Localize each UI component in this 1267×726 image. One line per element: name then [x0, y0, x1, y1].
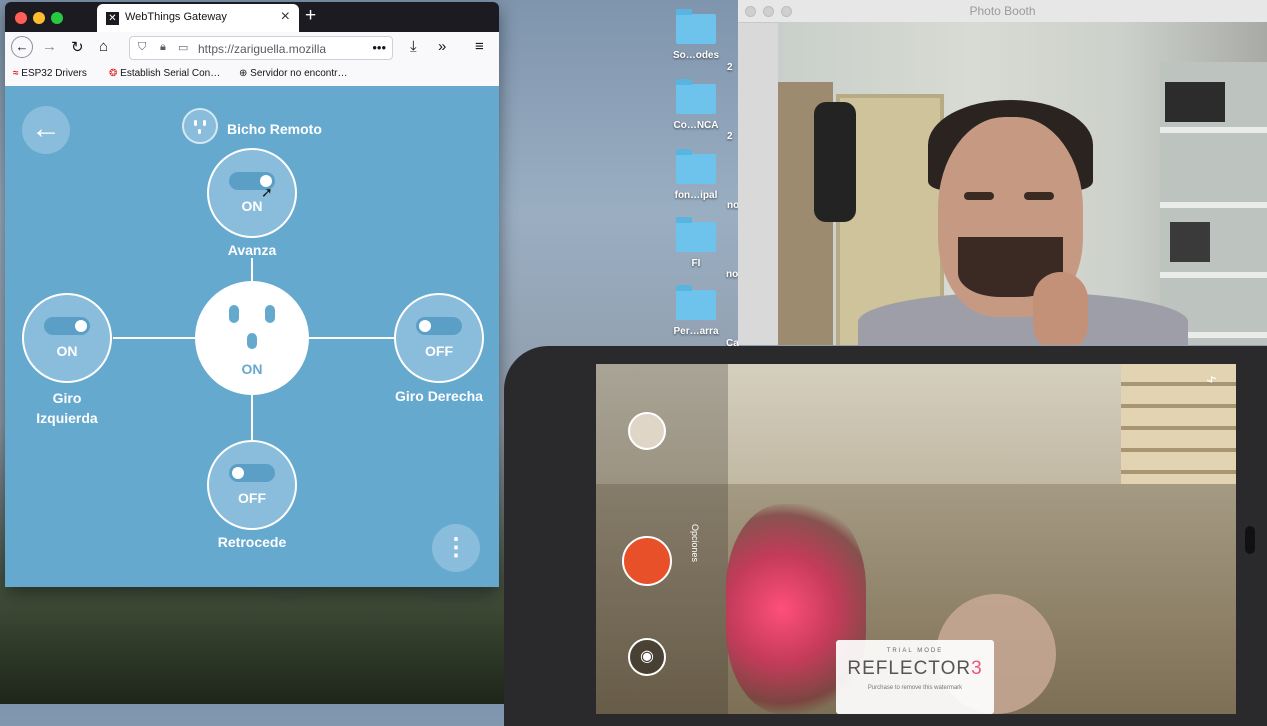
home-icon[interactable]: ⌂: [99, 38, 108, 55]
bookmark-servidor[interactable]: ⊕ Servidor no encontr…: [239, 68, 347, 79]
watermark-trial-text: TRIAL MODE: [886, 648, 944, 654]
property-state: OFF: [238, 490, 266, 506]
bookmark-serial[interactable]: ❂ Establish Serial Con…: [109, 68, 220, 79]
desktop-folder[interactable]: Per…arra: [666, 285, 726, 337]
bookmark-esp32[interactable]: ≈ ESP32 Drivers: [13, 68, 87, 79]
record-button[interactable]: [622, 536, 672, 586]
overflow-chevron-icon[interactable]: »: [438, 38, 446, 55]
folder-icon: [676, 217, 716, 252]
reflector-watermark: TRIAL MODE REFLECTOR3 Purchase to remove…: [836, 640, 994, 714]
flash-icon[interactable]: ϟ: [1204, 376, 1219, 383]
photobooth-window: Photo Booth: [738, 0, 1267, 345]
close-window-button[interactable]: [15, 12, 27, 24]
plug-slot: [229, 305, 239, 323]
fingerprint-icon: ❂: [109, 68, 118, 79]
globe-icon: ⊕: [239, 68, 248, 79]
navigation-bar: ← → ↻ ⌂ ⛉ 🔒︎ ▭ https://zariguella.mozill…: [5, 32, 499, 64]
new-tab-button[interactable]: +: [305, 5, 316, 27]
desktop-folder[interactable]: So…odes: [666, 9, 726, 61]
download-icon[interactable]: ⤓: [410, 38, 417, 55]
mouse-cursor-icon: ➚: [261, 184, 273, 200]
tab-bar: ✕ WebThings Gateway × +: [5, 2, 499, 32]
bookmark-label: Servidor no encontr…: [250, 68, 348, 79]
desktop-folder-label: 2: [727, 62, 733, 73]
phone-camera-notch: [1245, 526, 1255, 554]
desktop-folder[interactable]: FI: [666, 217, 726, 269]
connector-line: [308, 337, 395, 339]
desktop-folder[interactable]: fon…ipal: [666, 149, 726, 201]
camera-preview: [778, 22, 1267, 345]
property-state: ON: [241, 198, 263, 214]
minimize-window-button[interactable]: [33, 12, 45, 24]
property-retrocede[interactable]: OFF: [207, 440, 297, 530]
bookmark-label: ESP32 Drivers: [21, 68, 87, 79]
shelf-image: [1160, 62, 1267, 345]
options-label[interactable]: Opciones: [690, 524, 700, 562]
tab-title: WebThings Gateway: [125, 11, 227, 23]
url-bar[interactable]: ⛉ 🔒︎ ▭ https://zariguella.mozilla •••: [129, 36, 393, 60]
connector-line: [251, 258, 253, 282]
camera-icon[interactable]: ◉: [628, 638, 666, 676]
property-giro-derecha[interactable]: OFF: [394, 293, 484, 383]
bookmark-label: Establish Serial Con…: [120, 68, 221, 79]
url-text: https://zariguella.mozilla: [198, 42, 327, 56]
desktop-folder-label: 2: [727, 131, 733, 142]
watermark-brand: REFLECTOR3: [847, 658, 983, 679]
on-off-toggle[interactable]: [229, 464, 275, 482]
folder-icon: [676, 9, 716, 44]
close-tab-icon[interactable]: ×: [281, 8, 290, 26]
connector-line: [251, 394, 253, 440]
window-title: Photo Booth: [969, 4, 1036, 18]
property-label: Avanza: [227, 242, 277, 258]
hamburger-menu-icon[interactable]: ≡: [475, 38, 484, 55]
on-off-toggle[interactable]: [44, 317, 90, 335]
connector-line: [113, 337, 196, 339]
on-off-toggle[interactable]: [416, 317, 462, 335]
property-label: Giro Izquierda: [36, 390, 98, 426]
property-giro-izquierda[interactable]: ON: [22, 293, 112, 383]
thing-title: Bicho Remoto: [227, 121, 322, 137]
reload-icon[interactable]: ↻: [71, 38, 84, 56]
bookmarks-toolbar: ≈ ESP32 Drivers ❂ Establish Serial Con… …: [5, 64, 499, 87]
shield-icon[interactable]: ⛉: [138, 41, 146, 54]
property-label: Retrocede: [217, 534, 287, 550]
esp-icon: ≈: [13, 68, 19, 79]
property-state: ON: [56, 343, 78, 359]
browser-window: ✕ WebThings Gateway × + ← → ↻ ⌂ ⛉ 🔒︎ ▭ h…: [5, 2, 499, 587]
plug-slot: [247, 333, 257, 349]
gallery-thumbnail[interactable]: [628, 412, 666, 450]
back-arrow-icon[interactable]: ←: [11, 36, 33, 58]
watermark-note: Purchase to remove this watermark: [867, 685, 963, 691]
tab-webthings[interactable]: ✕ WebThings Gateway ×: [97, 4, 299, 32]
permissions-icon[interactable]: ▭: [178, 41, 188, 54]
plug-slot: [265, 305, 275, 323]
lock-icon[interactable]: 🔒︎: [160, 41, 166, 54]
desktop-folder-label: no: [726, 269, 739, 280]
smart-plug-icon: [182, 108, 218, 144]
page-actions-icon[interactable]: •••: [372, 40, 386, 55]
phone-camera-screen: Opciones ◉ ϟ TRIAL MODE REFLECTOR3 Purch…: [596, 364, 1236, 714]
phone-mirror: Opciones ◉ ϟ TRIAL MODE REFLECTOR3 Purch…: [504, 346, 1267, 726]
thing-power-button[interactable]: ON: [195, 281, 309, 395]
zoom-window-button[interactable]: [51, 12, 63, 24]
backpack-image: [814, 102, 856, 222]
kebab-icon: ⋮: [444, 534, 468, 561]
thing-detail-page: ← Bicho Remoto ON ➚ Avanza ON Giro Izqui…: [5, 86, 499, 587]
property-label: Giro Derecha: [395, 388, 483, 404]
desktop-folder[interactable]: Co…NCA: [666, 79, 726, 131]
property-avanza[interactable]: ON: [207, 148, 297, 238]
folder-icon: [676, 79, 716, 114]
property-state: OFF: [425, 343, 453, 359]
thing-state: ON: [241, 361, 263, 377]
forward-arrow-icon[interactable]: →: [42, 38, 57, 55]
webthings-favicon-icon: ✕: [106, 12, 119, 25]
hand-image: [1033, 272, 1088, 345]
back-arrow-button[interactable]: ←: [22, 106, 70, 154]
folder-icon: [676, 149, 716, 184]
more-menu-button[interactable]: ⋮: [432, 524, 480, 572]
photobooth-titlebar: Photo Booth: [738, 0, 1267, 23]
folder-icon: [676, 285, 716, 320]
